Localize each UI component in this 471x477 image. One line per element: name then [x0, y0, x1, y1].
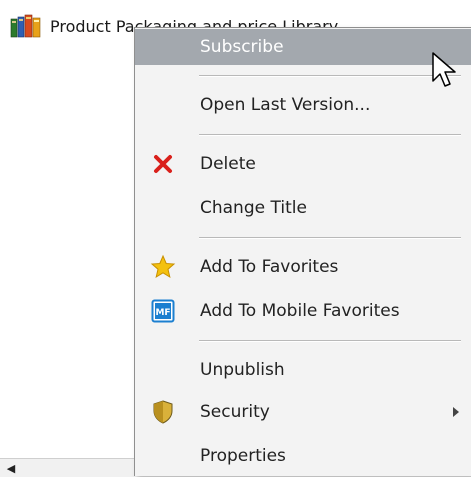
menu-item-change-title[interactable]: Change Title: [135, 190, 471, 226]
books-library-icon: [10, 14, 41, 38]
menu-item-delete[interactable]: Delete: [135, 146, 471, 182]
menu-item-label: Add To Mobile Favorites: [200, 301, 400, 321]
menu-item-subscribe[interactable]: Subscribe: [135, 29, 471, 65]
menu-item-security[interactable]: Security: [135, 394, 471, 430]
menu-separator: [199, 340, 461, 342]
shield-icon: [149, 398, 177, 426]
menu-item-label: Open Last Version...: [200, 95, 371, 115]
menu-separator: [199, 237, 461, 239]
menu-item-label: Change Title: [200, 198, 307, 218]
menu-item-label: Security: [200, 402, 270, 422]
menu-item-open-last-version[interactable]: Open Last Version...: [135, 87, 471, 123]
menu-separator: [199, 134, 461, 136]
context-menu: Subscribe Open Last Version... Delete Ch…: [134, 27, 471, 476]
menu-item-label: Properties: [200, 446, 286, 466]
menu-item-label: Unpublish: [200, 360, 285, 380]
menu-item-add-to-favorites[interactable]: Add To Favorites: [135, 249, 471, 285]
mouse-pointer-icon: [432, 52, 456, 87]
menu-item-label: Delete: [200, 154, 256, 174]
menu-item-properties[interactable]: Properties: [135, 438, 471, 474]
menu-separator: [199, 75, 461, 77]
menu-item-label: Subscribe: [200, 37, 284, 57]
submenu-arrow-icon: [453, 407, 459, 417]
menu-item-unpublish[interactable]: Unpublish: [135, 352, 471, 388]
delete-x-icon: [149, 150, 177, 178]
menu-item-label: Add To Favorites: [200, 257, 339, 277]
mobile-favorites-icon: MF: [149, 297, 177, 325]
menu-item-add-to-mobile-favorites[interactable]: MF Add To Mobile Favorites: [135, 293, 471, 329]
svg-text:MF: MF: [155, 308, 170, 318]
star-icon: [149, 253, 177, 281]
scroll-left-arrow-icon[interactable]: ◀: [2, 460, 20, 476]
